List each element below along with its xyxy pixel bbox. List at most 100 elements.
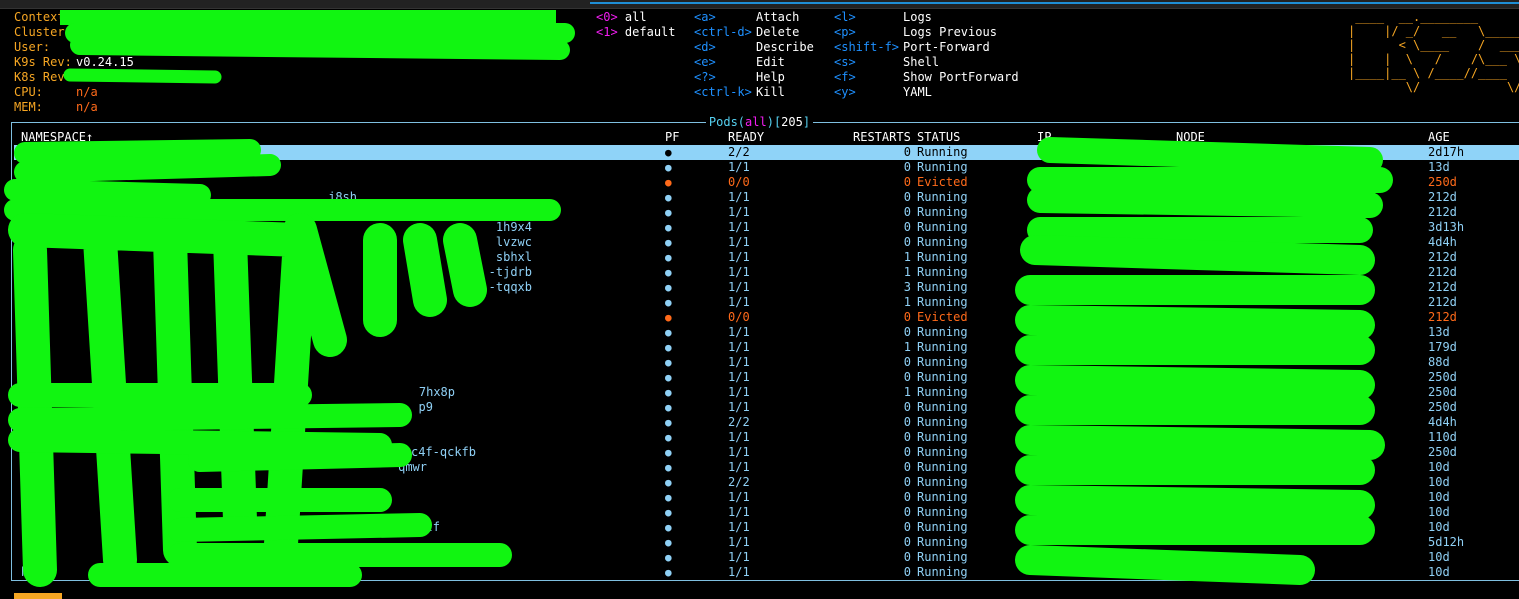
pods-table-body: ● 2/2 0 Running 2d17h ● 1/1 0 Running 13d ● 0/0 0 Evi…	[0, 145, 1519, 580]
table-row[interactable]: 1h9x4 ● 1/1 0 Running 3d13h	[0, 220, 1519, 235]
table-row[interactable]: ● 2/2 0 Running 2d17h	[14, 145, 1519, 160]
table-row[interactable]: -tjdrb ● 1/1 1 Running 212d	[0, 265, 1519, 280]
table-row[interactable]: ● 1/1 0 Running 5d12h	[0, 535, 1519, 550]
col-status[interactable]: STATUS	[917, 130, 960, 145]
shortcut-port-forward[interactable]: <shift-f> Port-Forward	[834, 40, 1019, 55]
shortcut-shell[interactable]: <s> Shell	[834, 55, 1019, 70]
shortcut-yaml[interactable]: <y> YAML	[834, 85, 1019, 100]
cell-restarts: 1	[903, 340, 911, 354]
cell-status: Running	[917, 325, 968, 339]
cell-ready: 1/1	[728, 235, 750, 249]
table-row[interactable]: ● 0/0 0 Evicted 212d	[0, 310, 1519, 325]
shortcut-attach[interactable]: <a> Attach	[694, 10, 814, 25]
namespace-key: <1>	[596, 25, 618, 39]
shortcut-key: <shift-f>	[834, 40, 900, 54]
cell-ready: 1/1	[728, 190, 750, 204]
cell-age: 250d	[1428, 370, 1457, 384]
cell-restarts: 0	[903, 535, 911, 549]
cell-ready: 1/1	[728, 325, 750, 339]
cell-name: p9	[418, 400, 433, 414]
table-row[interactable]: lvzwc ● 1/1 0 Running 4d4h	[0, 235, 1519, 250]
table-row[interactable]: ● 1/1 0 Running 10d	[0, 490, 1519, 505]
table-row[interactable]: tf ● 1/1 0 Running 10d	[0, 520, 1519, 535]
col-restarts[interactable]: RESTARTS	[853, 130, 911, 145]
shortcut-desc: Logs	[903, 10, 932, 24]
table-row[interactable]: ● 1/1 1 Running 179d	[0, 340, 1519, 355]
top-accent-line	[590, 2, 1519, 4]
table-row[interactable]: sbhxl ● 1/1 1 Running 212d	[0, 250, 1519, 265]
user-label: User:	[14, 40, 51, 54]
cell-status: Running	[917, 250, 968, 264]
col-pf[interactable]: PF	[665, 130, 679, 145]
mem-label: MEM:	[14, 100, 43, 114]
table-row[interactable]: ● 0/0 0 Evicted 250d	[0, 175, 1519, 190]
table-row[interactable]: ● 2/2 0 Running 4d4h	[0, 415, 1519, 430]
table-row[interactable]: ● 1/1 0 Running 13d	[0, 160, 1519, 175]
table-row[interactable]: ● 1/1 0 Running 212d	[0, 205, 1519, 220]
table-row[interactable]: ● 1/1 1 Running 212d	[0, 295, 1519, 310]
namespace-name: all	[624, 10, 647, 24]
shortcut-describe[interactable]: <d> Describe	[694, 40, 814, 55]
cell-status: Running	[917, 460, 968, 474]
col-ready[interactable]: READY	[728, 130, 764, 145]
table-row[interactable]: ● 1/1 0 Running 110d	[0, 430, 1519, 445]
table-row[interactable]: j8sh ● 1/1 0 Running 212d	[0, 190, 1519, 205]
shortcut-hints-1: <a> Attach <ctrl-d> Delete <d> Describe <e> Edi…	[694, 10, 814, 100]
cell-age: 5d12h	[1428, 535, 1465, 549]
shortcut-logs[interactable]: <l> Logs	[834, 10, 1019, 25]
cell-age: 88d	[1428, 355, 1450, 369]
table-row[interactable]: 7hx8p ● 1/1 1 Running 250d	[0, 385, 1519, 400]
resource-count: 205	[781, 115, 803, 129]
cell-restarts: 1	[903, 265, 911, 279]
table-row[interactable]: ● 1/1 0 Running 250d	[0, 370, 1519, 385]
shortcut-key: <f>	[834, 70, 856, 84]
cell-ready: 1/1	[728, 205, 750, 219]
shortcut-show-portforward[interactable]: <f> Show PortForward	[834, 70, 1019, 85]
cell-restarts: 0	[903, 310, 911, 324]
table-row[interactable]: dcc4f-qckfb ● 1/1 0 Running 250d	[0, 445, 1519, 460]
cell-ready: 1/1	[728, 250, 750, 264]
table-row[interactable]: qmwr ● 1/1 0 Running 10d	[0, 460, 1519, 475]
shortcut-help[interactable]: <?> Help	[694, 70, 814, 85]
col-namespace[interactable]: NAMESPACE↑	[21, 130, 93, 145]
table-row[interactable]: ● 1/1 0 Running 88d	[0, 355, 1519, 370]
table-row[interactable]: p7l ● 1/1 0 Running 10d	[0, 550, 1519, 565]
breadcrumb-pods[interactable]	[14, 593, 62, 599]
cell-restarts: 1	[903, 295, 911, 309]
cell-ready: 1/1	[728, 220, 750, 234]
pf-indicator-icon: ●	[665, 176, 672, 189]
table-row[interactable]: h1 ● 1/1 0 Running 10d	[0, 565, 1519, 580]
table-row[interactable]: -tqqxb ● 1/1 3 Running 212d	[0, 280, 1519, 295]
shortcut-desc: Describe	[756, 40, 814, 54]
pf-indicator-icon: ●	[665, 206, 672, 219]
table-row[interactable]: ● 2/2 0 Running 10d	[0, 475, 1519, 490]
table-row[interactable]: p9 ● 1/1 0 Running 250d	[0, 400, 1519, 415]
pf-indicator-icon: ●	[665, 281, 672, 294]
col-node[interactable]: NODE	[1176, 130, 1205, 145]
cell-age: 10d	[1428, 490, 1450, 504]
cell-status: Running	[917, 235, 968, 249]
cell-namespace: h1	[21, 565, 36, 579]
pf-indicator-icon: ●	[665, 506, 672, 519]
cell-ready: 1/1	[728, 385, 750, 399]
namespace-default[interactable]: <1> default	[596, 25, 676, 40]
table-row[interactable]: ● 1/1 0 Running 10d	[0, 505, 1519, 520]
cluster-label: Cluster:	[14, 25, 72, 39]
col-age[interactable]: AGE	[1428, 130, 1450, 145]
shortcut-delete[interactable]: <ctrl-d> Delete	[694, 25, 814, 40]
shortcut-desc: Attach	[756, 10, 800, 24]
shortcut-desc: Edit	[756, 55, 785, 69]
pf-indicator-icon: ●	[665, 341, 672, 354]
col-ip[interactable]: IP	[1037, 130, 1051, 145]
namespace-all[interactable]: <0> all	[596, 10, 676, 25]
pf-indicator-icon: ●	[665, 476, 672, 489]
shortcut-logs-previous[interactable]: <p> Logs Previous	[834, 25, 1019, 40]
pf-indicator-icon: ●	[665, 266, 672, 279]
cell-restarts: 0	[903, 220, 911, 234]
table-row[interactable]: ● 1/1 0 Running 13d	[0, 325, 1519, 340]
shortcut-edit[interactable]: <e> Edit	[694, 55, 814, 70]
cell-status: Running	[917, 535, 968, 549]
pf-indicator-icon: ●	[665, 326, 672, 339]
cell-restarts: 0	[903, 550, 911, 564]
shortcut-kill[interactable]: <ctrl-k> Kill	[694, 85, 814, 100]
